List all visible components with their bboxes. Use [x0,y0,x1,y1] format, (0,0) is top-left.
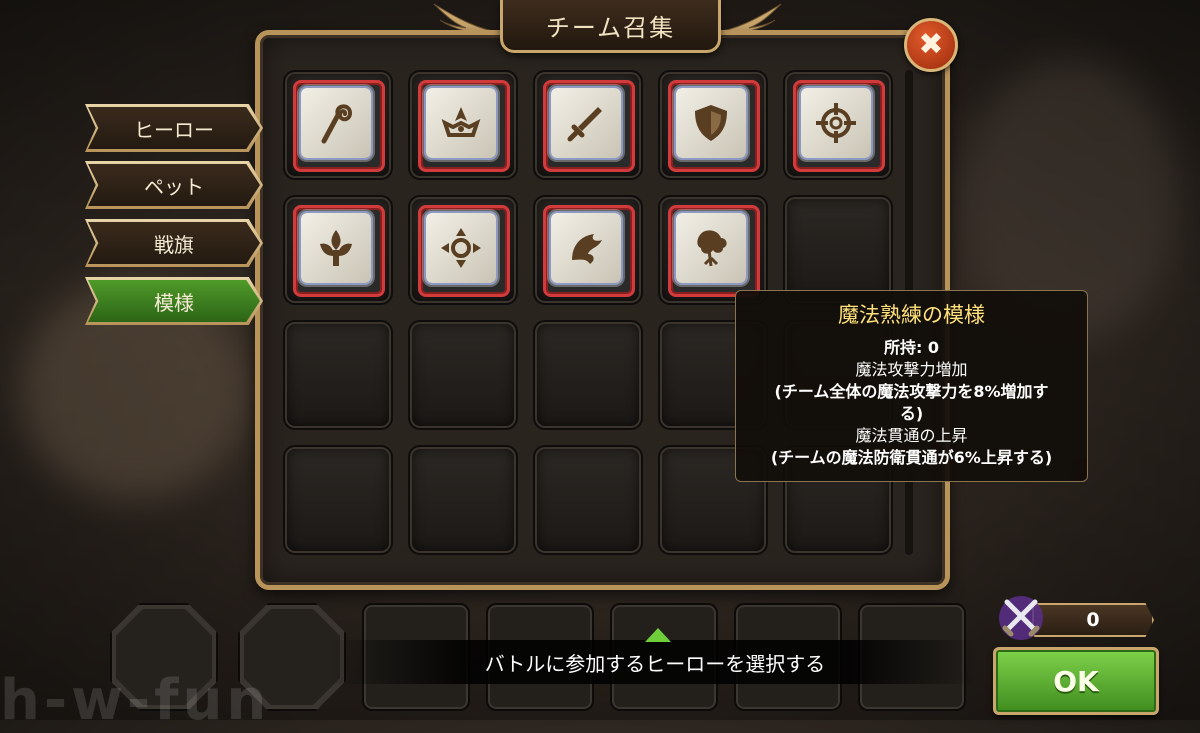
sword-pattern-icon [567,107,602,142]
pattern-slot[interactable] [533,195,643,305]
pattern-item[interactable] [293,205,385,297]
magic-staff-pattern-icon [321,104,353,144]
scroll-frame [301,213,371,283]
pattern-slot[interactable] [283,70,393,180]
crosshair-pattern-icon [816,103,856,143]
ok-button[interactable]: OK [993,647,1159,715]
pattern-slot[interactable] [658,195,768,305]
pattern-item[interactable] [543,80,635,172]
tab-pattern[interactable]: 模様 [85,277,263,325]
shield-pattern-icon [695,105,727,141]
tooltip-effect2-desc: (チームの魔法防衛貫通が6%上昇する) [770,448,1053,467]
expand-arrow-icon[interactable] [645,628,671,642]
empty-slot[interactable] [533,320,643,430]
tooltip-effect1-name: 魔法攻撃力増加 [855,360,968,379]
tab-hero-label: ヒーロー [88,107,260,149]
ok-button-label: OK [1053,664,1099,698]
page-title: チーム召集 [545,13,676,42]
fleur-pattern-icon [320,230,352,266]
pattern-item[interactable] [418,205,510,297]
empty-slot[interactable] [533,445,643,555]
scroll-frame [676,88,746,158]
tooltip-effect1-desc: (チーム全体の魔法攻撃力を8%増加す [774,382,1049,401]
close-x-icon: ✖ [918,27,944,62]
pattern-item[interactable] [793,80,885,172]
team-power-value: 0 [1086,609,1100,631]
tab-hero[interactable]: ヒーロー [85,104,263,152]
tab-banner[interactable]: 戦旗 [85,219,263,267]
dragon-pattern-icon [572,234,602,264]
scroll-frame [551,88,621,158]
empty-slot[interactable] [408,445,518,555]
tab-pet[interactable]: ペット [85,161,263,209]
tab-pet-label: ペット [88,164,260,206]
empty-slot[interactable] [283,445,393,555]
scroll-frame [551,213,621,283]
crown-pattern-icon [441,107,481,137]
empty-slot[interactable] [283,320,393,430]
tooltip-title: 魔法熟練の模様 [838,303,985,327]
crossed-swords-icon [999,596,1043,640]
tooltip-effect1-desc-cont: る) [899,404,924,423]
pattern-slot[interactable] [408,70,518,180]
tree-pattern-icon [697,230,727,267]
scroll-frame [426,213,496,283]
scroll-frame [426,88,496,158]
pattern-item[interactable] [293,80,385,172]
arrows-pattern-icon [441,228,481,268]
scroll-frame [801,88,871,158]
pattern-item[interactable] [418,80,510,172]
team-power-counter: 0 [1032,603,1154,637]
pattern-slot[interactable] [408,195,518,305]
empty-slot[interactable] [408,320,518,430]
hint-text: バトルに参加するヒーローを選択する [484,651,826,676]
pattern-slot[interactable] [658,70,768,180]
tooltip-owned: 所持: 0 [883,338,940,357]
pattern-item[interactable] [543,205,635,297]
close-button[interactable]: ✖ [904,18,958,72]
title-plate: チーム召集 [500,0,721,53]
empty-slot[interactable] [783,195,893,305]
pattern-slot[interactable] [783,70,893,180]
scroll-frame [301,88,371,158]
tab-banner-label: 戦旗 [88,222,260,264]
pattern-slot[interactable] [283,195,393,305]
pattern-item[interactable] [668,205,760,297]
pattern-tooltip: 魔法熟練の模様 所持: 0 魔法攻撃力増加 (チーム全体の魔法攻撃力を8%増加す… [735,290,1088,482]
tab-pattern-label: 模様 [88,280,260,322]
watermark: h-w-fun [0,668,271,733]
tooltip-effect2-name: 魔法貫通の上昇 [855,426,968,445]
pattern-slot[interactable] [533,70,643,180]
pattern-item[interactable] [668,80,760,172]
hint-bar: バトルに参加するヒーローを選択する [330,640,980,684]
scroll-frame [676,213,746,283]
